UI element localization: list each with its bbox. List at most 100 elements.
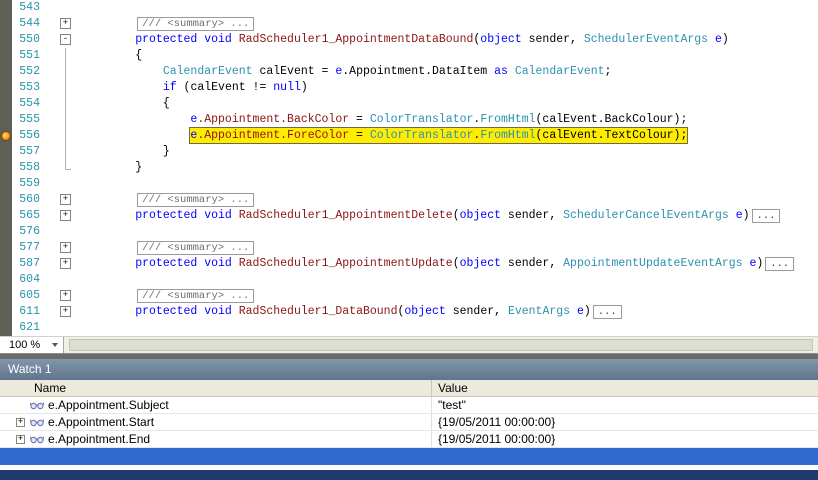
- breakpoint-margin[interactable]: [0, 112, 12, 128]
- code-line[interactable]: 552 CalendarEvent calEvent = e.Appointme…: [0, 64, 818, 80]
- code-text: /// <summary> ...: [80, 192, 818, 208]
- watch-row[interactable]: + e.Appointment.Start {19/05/2011 00:00:0…: [0, 414, 818, 431]
- collapsed-body-box[interactable]: ...: [765, 257, 795, 271]
- breakpoint-margin[interactable]: [0, 176, 12, 192]
- watch-name-cell[interactable]: [0, 448, 432, 464]
- code-line[interactable]: 560 + /// <summary> ...: [0, 192, 818, 208]
- collapsed-summary-box[interactable]: /// <summary> ...: [137, 289, 255, 303]
- breakpoint-margin[interactable]: [0, 240, 12, 256]
- watch-row[interactable]: + e.Appointment.End {19/05/2011 00:00:00}: [0, 431, 818, 448]
- code-line[interactable]: 544 + /// <summary> ...: [0, 16, 818, 32]
- expand-region-icon[interactable]: +: [60, 210, 71, 221]
- expand-region-icon[interactable]: +: [60, 258, 71, 269]
- breakpoint-margin[interactable]: [0, 288, 12, 304]
- watch-name-cell[interactable]: + e.Appointment.Start: [0, 414, 432, 430]
- breakpoint-margin[interactable]: [0, 192, 12, 208]
- breakpoint-margin[interactable]: [0, 16, 12, 32]
- expand-region-icon[interactable]: +: [60, 18, 71, 29]
- code-line[interactable]: 555 e.Appointment.BackColor = ColorTrans…: [0, 112, 818, 128]
- breakpoint-margin[interactable]: [0, 32, 12, 48]
- code-text: }: [80, 144, 818, 160]
- collapsed-summary-box[interactable]: /// <summary> ...: [137, 193, 255, 207]
- expand-region-icon[interactable]: +: [60, 242, 71, 253]
- fold-margin: [52, 0, 80, 16]
- breakpoint-margin[interactable]: [0, 320, 12, 336]
- watch-name-cell[interactable]: + e.Appointment.End: [0, 431, 432, 447]
- code-token: .Appointment.BackColor: [197, 113, 350, 126]
- fold-margin: [52, 224, 80, 240]
- code-line[interactable]: 551 {: [0, 48, 818, 64]
- horizontal-scrollbar[interactable]: [64, 337, 818, 353]
- watch-value-cell[interactable]: {19/05/2011 00:00:00}: [432, 431, 818, 447]
- collapsed-body-box[interactable]: ...: [751, 209, 781, 223]
- code-line[interactable]: 543: [0, 0, 818, 16]
- code-line[interactable]: 558 }: [0, 160, 818, 176]
- breakpoint-margin[interactable]: [0, 144, 12, 160]
- fold-margin: +: [52, 256, 80, 272]
- watch-row[interactable]: e.Appointment.Subject "test": [0, 397, 818, 414]
- expand-region-icon[interactable]: +: [60, 194, 71, 205]
- code-line[interactable]: 611 + protected void RadScheduler1_DataBo…: [0, 304, 818, 320]
- breakpoint-margin[interactable]: [0, 272, 12, 288]
- breakpoint-margin[interactable]: [0, 224, 12, 240]
- code-token: (: [452, 257, 460, 270]
- code-line[interactable]: 577 + /// <summary> ...: [0, 240, 818, 256]
- watch-icon: [30, 436, 44, 444]
- collapsed-summary-box[interactable]: /// <summary> ...: [137, 241, 255, 255]
- collapse-region-icon[interactable]: -: [60, 34, 71, 45]
- breakpoint-margin[interactable]: [0, 128, 12, 144]
- collapsed-body-box[interactable]: ...: [592, 305, 622, 319]
- watch-value-cell[interactable]: "test": [432, 397, 818, 413]
- code-line[interactable]: 559: [0, 176, 818, 192]
- code-line[interactable]: 554 {: [0, 96, 818, 112]
- watch-name-cell[interactable]: e.Appointment.Subject: [0, 397, 432, 413]
- code-token: }: [80, 161, 143, 174]
- fold-margin: [52, 112, 80, 128]
- watch-expression: e.Appointment.End: [48, 432, 151, 446]
- line-number: 565: [19, 209, 40, 222]
- breakpoint-margin[interactable]: [0, 160, 12, 176]
- expand-toggle[interactable]: +: [16, 434, 25, 444]
- watch-row-empty[interactable]: [0, 448, 818, 465]
- code-token: calEvent =: [252, 65, 336, 78]
- zoom-control[interactable]: 100 %: [0, 337, 64, 353]
- breakpoint-margin[interactable]: [0, 0, 12, 16]
- watch-value-cell[interactable]: {19/05/2011 00:00:00}: [432, 414, 818, 430]
- breakpoint-margin[interactable]: [0, 256, 12, 272]
- breakpoint-margin[interactable]: [0, 304, 12, 320]
- expand-region-icon[interactable]: +: [60, 306, 71, 317]
- code-line[interactable]: 556 e.Appointment.ForeColor = ColorTrans…: [0, 128, 818, 144]
- code-line[interactable]: 621: [0, 320, 818, 336]
- expand-region-icon[interactable]: +: [60, 290, 71, 301]
- code-line[interactable]: 605 + /// <summary> ...: [0, 288, 818, 304]
- code-line[interactable]: 557 }: [0, 144, 818, 160]
- breakpoint-margin[interactable]: [0, 80, 12, 96]
- code-line[interactable]: 587 + protected void RadScheduler1_Appoin…: [0, 256, 818, 272]
- breakpoint-margin[interactable]: [0, 48, 12, 64]
- watch-value-cell[interactable]: [432, 448, 818, 464]
- breakpoint-margin[interactable]: [0, 96, 12, 112]
- collapsed-summary-box[interactable]: /// <summary> ...: [137, 17, 255, 31]
- code-line[interactable]: 604: [0, 272, 818, 288]
- breakpoint-margin[interactable]: [0, 64, 12, 80]
- code-line[interactable]: 565 + protected void RadScheduler1_Appoin…: [0, 208, 818, 224]
- expand-toggle[interactable]: +: [16, 417, 25, 427]
- code-line[interactable]: 550 - protected void RadScheduler1_Appoin…: [0, 32, 818, 48]
- breakpoint-current-statement-icon[interactable]: [1, 131, 11, 141]
- column-header-name[interactable]: Name: [0, 380, 432, 396]
- column-header-value[interactable]: Value: [432, 380, 818, 396]
- code-editor[interactable]: 543 544 + /// <summary> ... 550 - protected …: [0, 0, 818, 336]
- code-text: {: [80, 48, 818, 64]
- code-text: protected void RadScheduler1_Appointment…: [80, 256, 818, 272]
- code-line[interactable]: 553 if (calEvent != null): [0, 80, 818, 96]
- scrollbar-thumb[interactable]: [69, 339, 813, 351]
- code-line[interactable]: 576: [0, 224, 818, 240]
- breakpoint-margin[interactable]: [0, 208, 12, 224]
